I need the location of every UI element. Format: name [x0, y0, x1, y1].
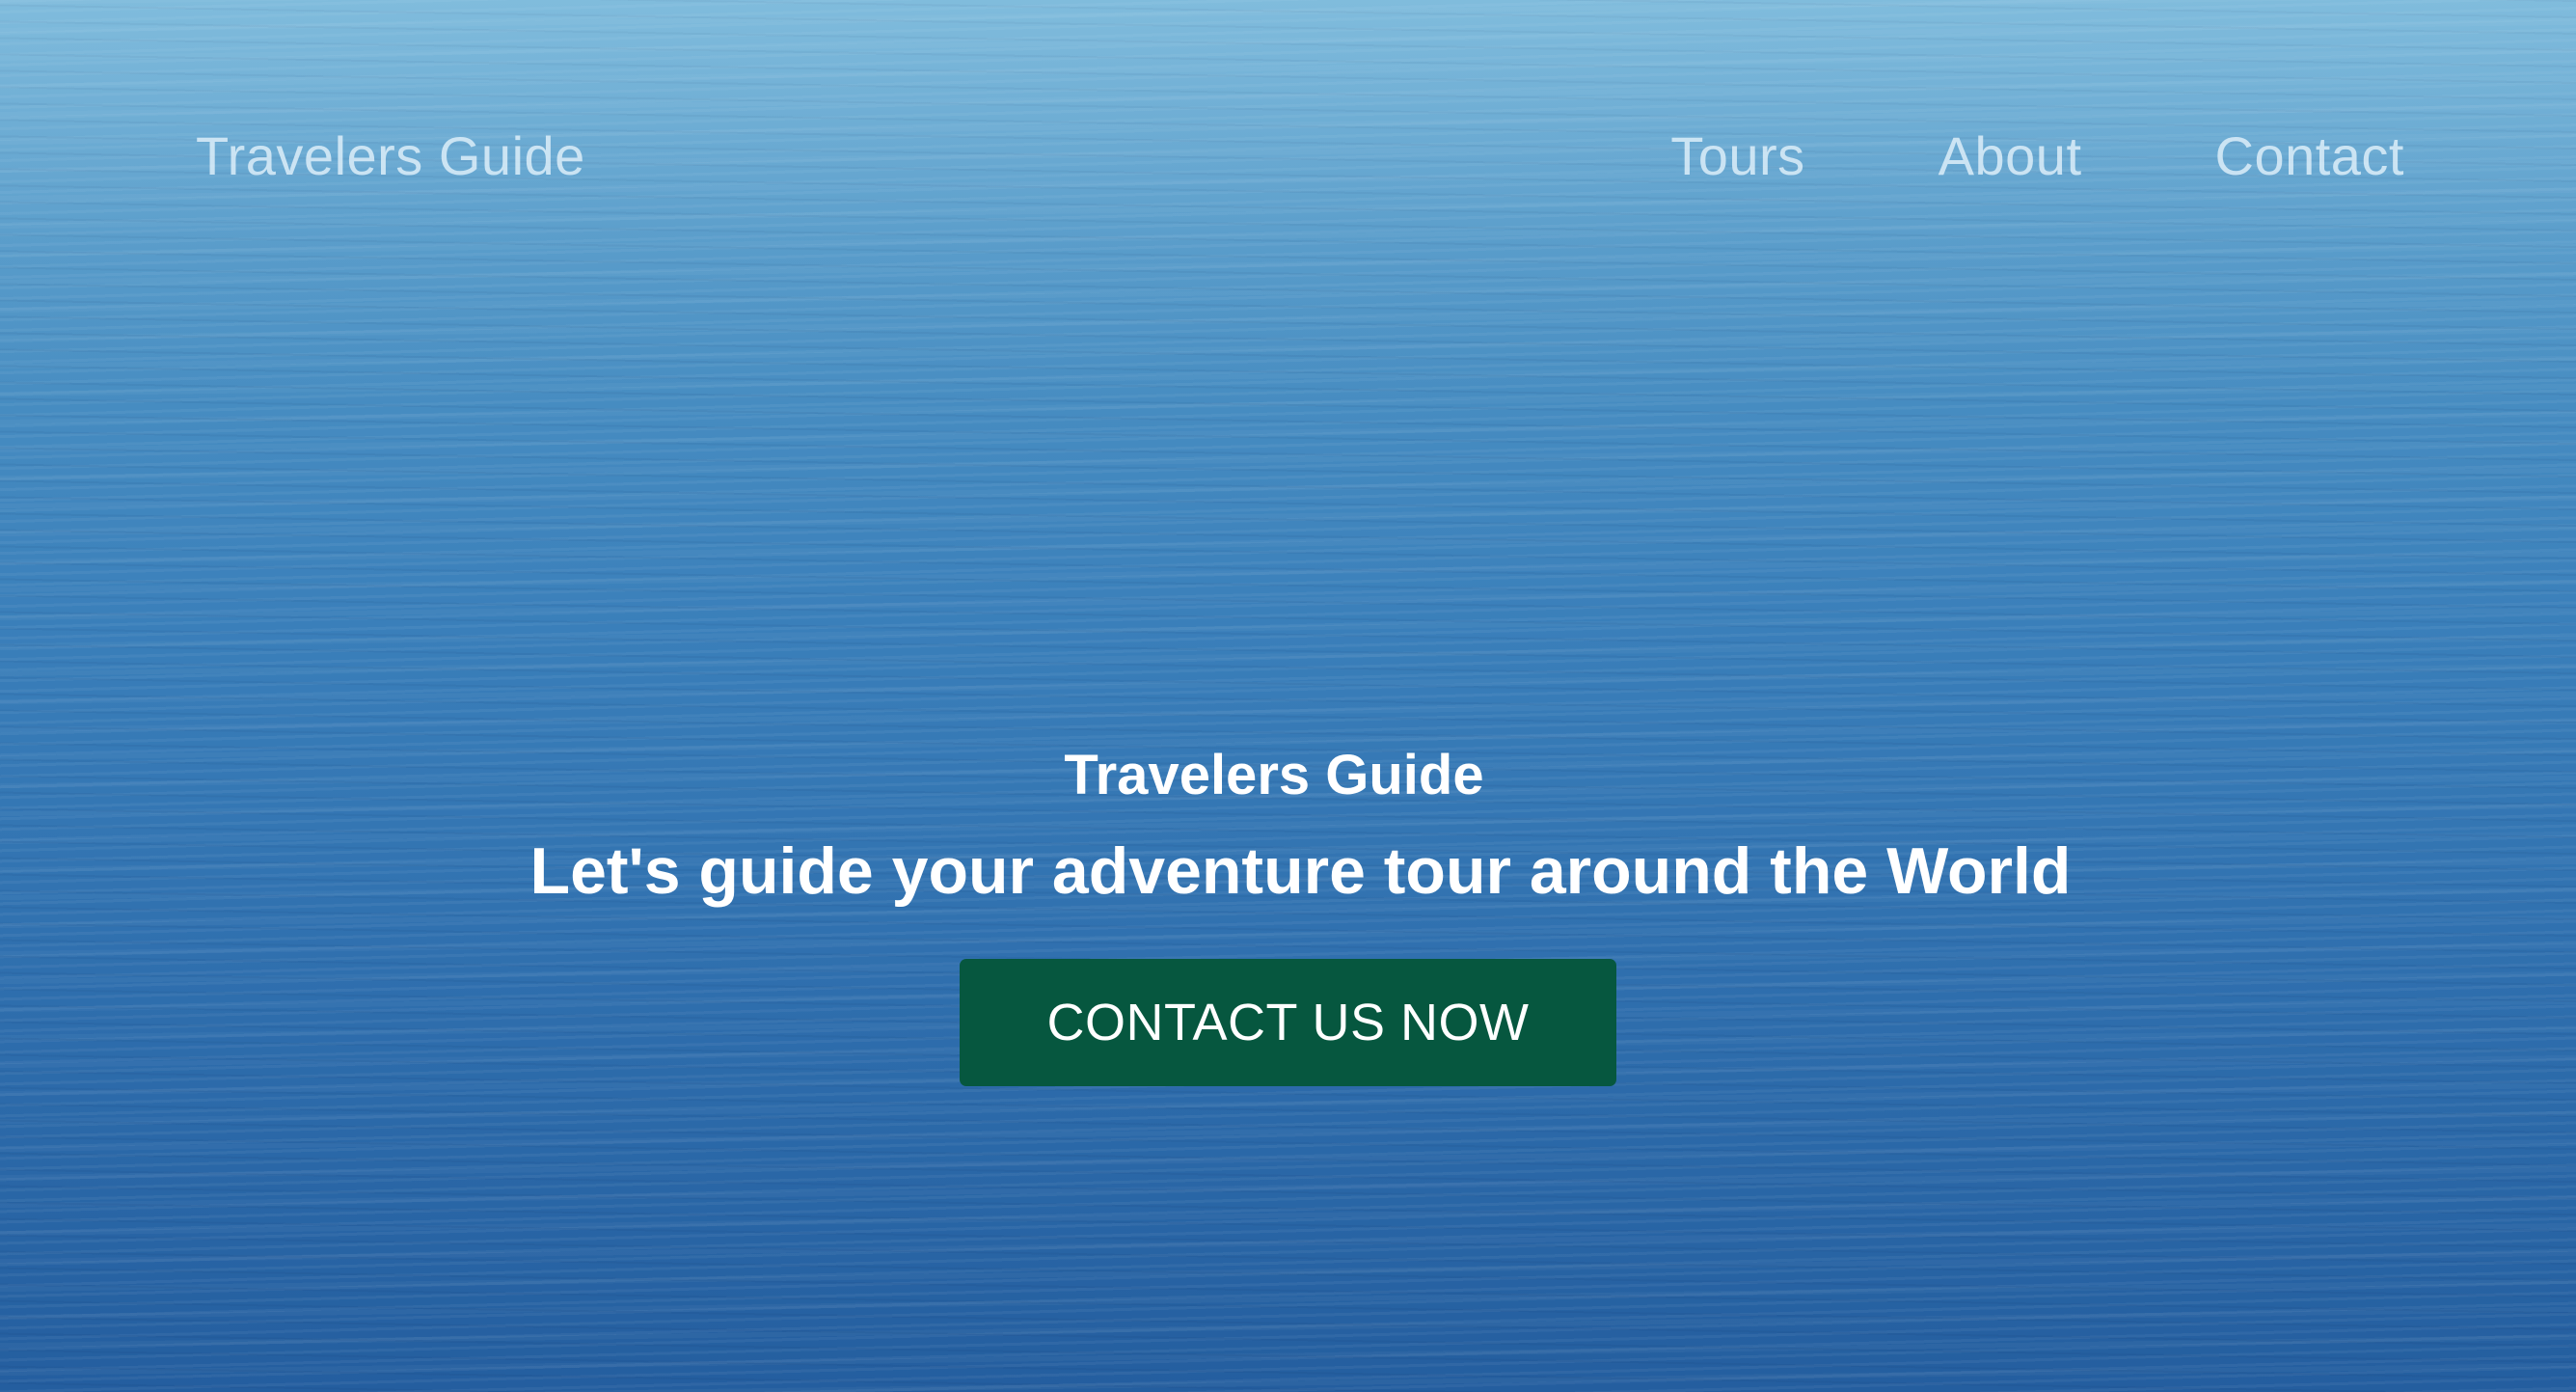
contact-us-button[interactable]: CONTACT US NOW — [960, 959, 1616, 1086]
nav-link-about[interactable]: About — [1939, 118, 2082, 195]
nav-links: Tours About Contact — [1670, 118, 2404, 195]
nav-link-tours[interactable]: Tours — [1670, 118, 1804, 195]
hero-section: Travelers Guide Tours About Contact Trav… — [0, 0, 2576, 1392]
nav-link-contact[interactable]: Contact — [2215, 118, 2405, 195]
brand-logo-link[interactable]: Travelers Guide — [196, 118, 585, 195]
hero-kicker: Travelers Guide — [1064, 744, 1484, 806]
navbar: Travelers Guide Tours About Contact — [0, 0, 2576, 309]
hero-headline: Let's guide your adventure tour around t… — [529, 834, 2072, 908]
